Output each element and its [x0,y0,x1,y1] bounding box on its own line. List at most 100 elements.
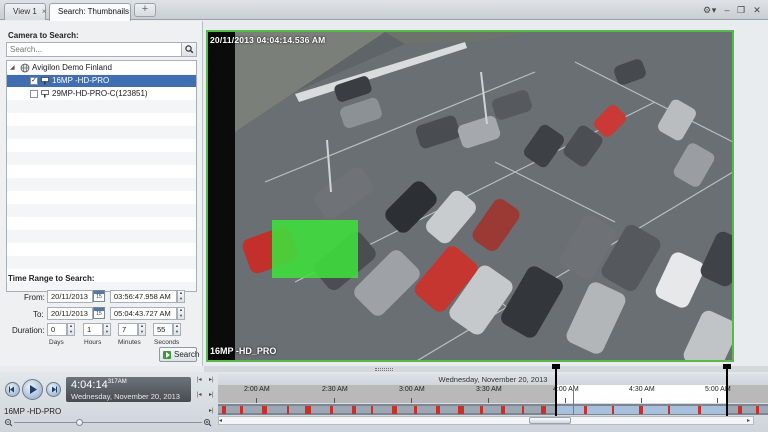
video-view[interactable]: 20/11/2013 04:04:14.536 AM 16MP -HD_PRO [206,30,734,362]
zoom-thumb[interactable] [76,419,83,426]
playback-ampm: AM [117,379,127,385]
playback-date: Wednesday, November 20, 2013 [71,392,180,401]
video-timestamp: 20/11/2013 04:04:14.536 AM [210,35,326,45]
duration-hours-field[interactable]: 1 [83,323,103,336]
duration-minutes-field[interactable]: 7 [118,323,138,336]
from-date-field[interactable]: 20/11/2013 [47,290,93,303]
minimize-icon[interactable]: – [722,4,732,16]
skip-prev-icon[interactable]: |◂ [197,391,202,398]
skip-start-icon[interactable]: |◂ [197,376,202,383]
recording-segment [352,406,356,414]
expand-arrow-icon[interactable]: ◢ [10,62,15,74]
search-button-label: Search [174,350,200,359]
recording-segment [541,406,546,414]
duration-days-stepper[interactable] [67,323,75,336]
duration-seconds-field[interactable]: 55 [153,323,173,336]
to-time-stepper[interactable] [177,307,185,320]
splitter-grip-icon[interactable] [375,368,393,371]
duration-hours-stepper[interactable] [103,323,111,336]
chevron-down-icon[interactable]: ▾ [711,4,717,16]
seconds-label: Seconds [154,339,180,346]
zoom-out-icon[interactable] [4,418,13,427]
tick-label: 2:00 AM [244,386,270,393]
restore-icon[interactable]: ❐ [736,4,746,16]
tab-search-thumbnails[interactable]: Search: Thumbnails× [49,3,139,21]
camera-icon [41,90,49,98]
recording-segment [522,406,524,414]
time-range-heading: Time Range to Search: [8,274,95,283]
tab-label: Search: Thumbnails [58,7,129,16]
calendar-icon[interactable]: 15 [93,307,105,319]
recording-segment [287,406,289,414]
recording-segment [392,406,397,414]
recording-segment [584,406,587,414]
recording-segment [756,406,759,414]
search-button[interactable]: Search [159,347,200,362]
scroll-right-icon[interactable]: ▸ [747,417,750,424]
step-back-button[interactable] [5,382,20,397]
search-icon-button[interactable] [181,43,196,56]
recording-segment [240,406,243,414]
tab-strip: View 1× Search: Thumbnails× + ⚙ ▾ – ❐ ✕ [0,0,768,21]
camera-search-input[interactable] [7,43,179,56]
motion-highlight-box [272,220,358,278]
camera-name: 29MP-HD-PRO-C(123851) [52,89,148,98]
recording-segment [371,406,373,414]
camera-search-box [6,42,197,57]
playback-ms: 317 [107,379,118,385]
globe-icon [20,63,30,73]
duration-seconds-stepper[interactable] [173,323,181,336]
tab-view-1[interactable]: View 1 × [4,3,47,20]
recording-segment [458,406,464,414]
step-forward-button[interactable] [46,382,61,397]
track-expand-icon[interactable]: ▸| [209,407,214,414]
duration-minutes-stepper[interactable] [138,323,146,336]
tree-site-row[interactable]: ◢ Avigilon Demo Finland [7,62,196,74]
recording-segment [698,406,701,414]
timeline-camera-label: 16MP -HD-PRO [4,407,62,416]
scroll-left-icon[interactable]: ◂ [219,417,222,424]
playback-time-display: 4:04:14317AM Wednesday, November 20, 201… [66,377,191,402]
close-icon[interactable]: ✕ [752,4,762,16]
search-panel: Camera to Search: ◢ [0,21,203,366]
tree-camera-row-2[interactable]: 29MP-HD-PRO-C(123851) [7,88,196,100]
to-time-field[interactable]: 05:04:43.727 AM [110,307,177,320]
recording-segment [330,406,333,414]
from-label: From: [24,293,45,302]
recording-segment [668,406,670,414]
duration-days-field[interactable]: 0 [47,323,67,336]
from-time-field[interactable]: 03:56:47.958 AM [110,290,177,303]
tick-label: 2:30 AM [322,386,348,393]
recording-segment [262,406,267,414]
skip-end-icon[interactable]: ▸| [209,376,214,383]
camera-heading: Camera to Search: [8,31,79,40]
calendar-icon[interactable]: 15 [93,290,105,302]
selection-start-handle[interactable] [555,366,557,416]
camera-tree: ◢ Avigilon Demo Finland ✓ 16MP -HD-PRO 2… [6,60,197,292]
to-label: To: [33,310,44,319]
new-tab-button[interactable]: + [134,3,156,17]
play-button[interactable] [22,379,43,400]
camera-checkbox[interactable]: ✓ [30,77,38,85]
timeline-scroll-thumb[interactable] [529,417,571,424]
playhead[interactable] [573,385,574,415]
timeline-scrollbar[interactable] [218,416,754,425]
recording-segment [738,406,742,414]
to-date-field[interactable]: 20/11/2013 [47,307,93,320]
from-time-stepper[interactable] [177,290,185,303]
skip-next-icon[interactable]: ▸| [209,391,214,398]
zoom-slider[interactable] [4,418,212,427]
hours-label: Hours [84,339,102,346]
step-forward-icon [52,386,57,393]
zoom-in-icon[interactable] [203,418,212,427]
recording-segment [612,406,614,414]
selection-end-handle[interactable] [726,366,728,416]
site-name: Avigilon Demo Finland [32,63,112,72]
tick-label: 4:30 AM [629,386,655,393]
camera-checkbox[interactable] [30,90,38,98]
tick-label: 3:30 AM [476,386,502,393]
playback-time: 4:04:14317AM [71,379,127,391]
tree-camera-row-1[interactable]: ✓ 16MP -HD-PRO [7,75,196,87]
close-icon[interactable]: × [42,7,47,16]
recording-segment [305,406,311,414]
